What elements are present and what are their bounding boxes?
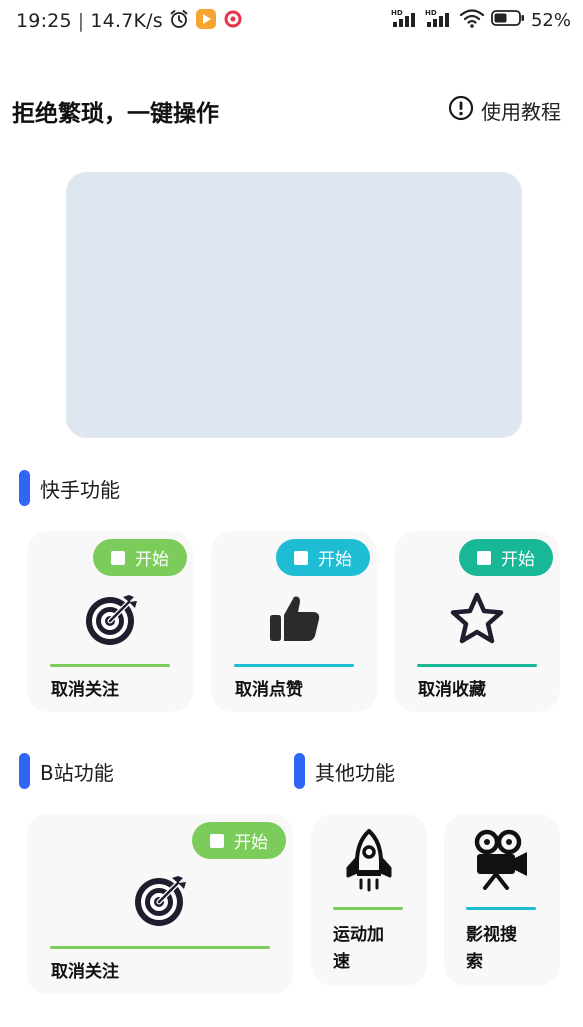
status-network-speed: 14.7K/s: [90, 10, 163, 32]
status-bar: 19:25 | 14.7K/s HD HD 52%: [0, 0, 583, 42]
card-video-search[interactable]: 影视搜 索: [444, 814, 560, 986]
card-ks-unlike[interactable]: 开始 取消点赞: [211, 531, 377, 712]
card-accent-line: [50, 946, 270, 949]
card-label: 影视搜 索: [466, 922, 517, 976]
section-header-bilibili: B站功能: [19, 753, 114, 789]
section-title: 其他功能: [315, 760, 395, 785]
status-bar-left: 19:25 | 14.7K/s: [16, 8, 243, 34]
section-accent-bar: [19, 753, 30, 789]
start-button[interactable]: 开始: [459, 539, 553, 576]
card-label: 取消关注: [51, 680, 119, 700]
star-icon: [448, 591, 506, 651]
start-label: 开始: [318, 550, 352, 570]
card-bili-unfollow[interactable]: 开始 取消关注: [27, 814, 293, 994]
start-label: 开始: [135, 550, 169, 570]
card-label: 取消点赞: [235, 680, 303, 700]
card-accent-line: [234, 664, 354, 667]
thumbs-up-icon: [267, 591, 323, 651]
wifi-icon: [459, 8, 485, 32]
start-label: 开始: [501, 550, 535, 570]
card-ks-unfavorite[interactable]: 开始 取消收藏: [394, 531, 560, 712]
card-label-line2: 索: [466, 952, 483, 972]
svg-text:HD: HD: [391, 9, 403, 17]
card-sport-speed[interactable]: 运动加 速: [311, 814, 427, 986]
tutorial-label: 使用教程: [481, 99, 561, 124]
app-notification-icon: [195, 8, 217, 34]
target-icon: [83, 591, 139, 651]
battery-percentage: 52%: [530, 9, 571, 31]
card-label: 取消收藏: [418, 680, 486, 700]
banner-image[interactable]: [66, 172, 522, 438]
card-label-line1: 影视搜: [466, 925, 517, 945]
section-accent-bar: [19, 470, 30, 506]
stop-square-icon: [210, 833, 224, 848]
info-icon: [448, 95, 474, 125]
page-title: 拒绝繁琐，一键操作: [12, 101, 219, 127]
card-label-line1: 运动加: [333, 925, 384, 945]
alarm-icon: [169, 9, 189, 33]
status-time: 19:25: [16, 10, 72, 32]
section-header-other: 其他功能: [294, 753, 395, 789]
stop-square-icon: [294, 550, 308, 565]
start-label: 开始: [234, 833, 268, 853]
app-notification-icon-2: [223, 9, 243, 33]
battery-icon: [491, 9, 525, 31]
stop-square-icon: [111, 550, 125, 565]
card-label: 运动加 速: [333, 922, 384, 976]
card-accent-line: [333, 907, 403, 910]
card-label-line2: 速: [333, 952, 350, 972]
section-accent-bar: [294, 753, 305, 789]
section-title: 快手功能: [40, 477, 120, 502]
movie-camera-icon: [471, 828, 531, 894]
target-icon: [132, 872, 188, 932]
section-header-kuaishou: 快手功能: [19, 470, 120, 506]
card-accent-line: [417, 664, 537, 667]
card-ks-unfollow[interactable]: 开始 取消关注: [27, 531, 193, 712]
status-divider: |: [77, 10, 85, 32]
signal-icon: HD: [391, 8, 419, 32]
tutorial-button[interactable]: 使用教程: [448, 95, 561, 125]
section-title: B站功能: [40, 760, 114, 785]
svg-text:HD: HD: [425, 9, 437, 17]
card-accent-line: [50, 664, 170, 667]
rocket-icon: [341, 828, 397, 896]
signal-icon-2: HD: [425, 8, 453, 32]
status-bar-right: HD HD 52%: [391, 8, 571, 32]
card-accent-line: [466, 907, 536, 910]
start-button[interactable]: 开始: [192, 822, 286, 859]
start-button[interactable]: 开始: [276, 539, 370, 576]
stop-square-icon: [477, 550, 491, 565]
start-button[interactable]: 开始: [93, 539, 187, 576]
card-label: 取消关注: [51, 962, 119, 982]
